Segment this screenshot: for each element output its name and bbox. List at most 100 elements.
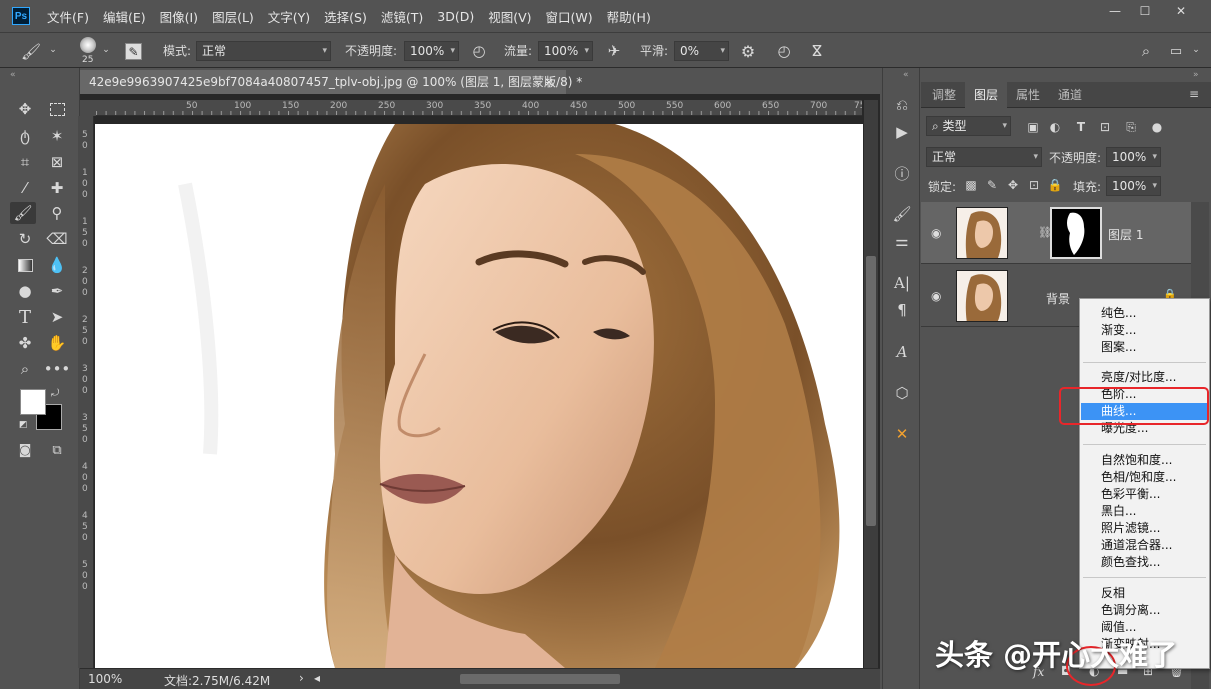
eraser-tool-icon[interactable]: ⌫	[44, 228, 70, 250]
workspace-icon[interactable]: ▭	[1165, 41, 1187, 61]
layer-name[interactable]: 背景	[1046, 290, 1070, 307]
menu-item-black-white[interactable]: 黑白...	[1081, 503, 1208, 520]
brush-tool-icon[interactable]: 🖌	[10, 202, 36, 224]
lock-pixels-icon[interactable]: ✎	[985, 177, 999, 193]
tab-properties[interactable]: 属性	[1007, 82, 1049, 108]
glyphs-panel-icon[interactable]: A	[890, 341, 914, 363]
menu-filter[interactable]: 滤镜(T)	[374, 7, 430, 26]
eye-icon[interactable]: ◉	[931, 226, 941, 240]
path-selection-tool-icon[interactable]: ➤	[44, 306, 70, 328]
layer-mask-thumbnail[interactable]	[1050, 207, 1102, 259]
menu-item-posterize[interactable]: 色调分离...	[1081, 602, 1208, 619]
layer-opacity-input[interactable]: 100% ▾	[1106, 147, 1161, 167]
photoshop-logo-icon[interactable]: Ps	[12, 7, 30, 25]
search-icon[interactable]: ⌕	[1135, 41, 1157, 61]
lasso-tool-icon[interactable]: ტ	[12, 125, 38, 147]
status-menu-arrow-icon[interactable]: ›	[299, 671, 304, 685]
scrollbar-thumb[interactable]	[866, 256, 876, 526]
brush-panel-toggle-icon[interactable]: ✎	[125, 43, 142, 60]
menu-item-color-lookup[interactable]: 颜色查找...	[1081, 554, 1208, 571]
tool-presets-icon[interactable]: ⚌	[890, 230, 914, 252]
close-document-button[interactable]: ×	[544, 70, 554, 94]
lock-all-icon[interactable]: 🔒	[1048, 177, 1063, 193]
menu-type[interactable]: 文字(Y)	[261, 7, 317, 26]
default-colors-icon[interactable]: ◩	[19, 420, 28, 430]
vertical-scrollbar[interactable]	[864, 116, 878, 668]
collapse-arrows-icon[interactable]: «	[10, 70, 16, 80]
pen-tool-icon[interactable]: ✒	[44, 280, 70, 302]
pressure-opacity-icon[interactable]: ◴	[468, 41, 490, 61]
quick-mask-icon[interactable]: ◙	[12, 439, 38, 461]
layer-name[interactable]: 图层 1	[1108, 226, 1143, 243]
tab-adjustments[interactable]: 调整	[923, 82, 965, 108]
menu-item-gradient[interactable]: 渐变...	[1081, 322, 1208, 339]
mode-select[interactable]: 正常 ▾	[196, 41, 331, 61]
blur-tool-icon[interactable]: 💧	[44, 254, 70, 276]
hand-tool-icon[interactable]: ✋	[44, 332, 70, 354]
screen-mode-icon[interactable]: ⧉	[44, 439, 70, 461]
filter-adjustment-icon[interactable]: ◐	[1047, 118, 1063, 136]
brush-settings-icon[interactable]: 🖌	[890, 203, 914, 225]
dodge-tool-icon[interactable]: ●	[12, 280, 38, 302]
custom-shape-tool-icon[interactable]: ✤	[12, 332, 38, 354]
gear-icon[interactable]: ⚙	[737, 41, 759, 61]
gradient-tool-icon[interactable]	[12, 254, 38, 276]
fill-input[interactable]: 100% ▾	[1106, 176, 1161, 196]
layer-filter-select[interactable]: ⌕ 类型 ▾	[926, 116, 1011, 136]
eyedropper-tool-icon[interactable]: ⁄	[12, 177, 38, 199]
menu-item-color-balance[interactable]: 色彩平衡...	[1081, 486, 1208, 503]
menu-item-solid-color[interactable]: 纯色...	[1081, 305, 1208, 322]
minimize-button[interactable]: —	[1100, 1, 1130, 21]
info-icon[interactable]: ⓘ	[890, 162, 914, 184]
magic-wand-tool-icon[interactable]: ✶	[44, 125, 70, 147]
collapse-arrows-icon[interactable]: «	[903, 70, 909, 80]
collapse-arrows-icon[interactable]: »	[1193, 70, 1199, 80]
tab-channels[interactable]: 通道	[1049, 82, 1091, 108]
menu-layer[interactable]: 图层(L)	[205, 7, 261, 26]
brush-tool-preset-icon[interactable]: 🖌	[20, 41, 42, 61]
chevron-down-icon[interactable]: ⌄	[100, 43, 112, 57]
history-brush-tool-icon[interactable]: ↻	[12, 228, 38, 250]
more-tools-icon[interactable]: •••	[44, 358, 71, 380]
marquee-tool-icon[interactable]	[44, 98, 70, 120]
layer-thumbnail[interactable]	[956, 270, 1008, 322]
layer-row[interactable]: ◉ ⛓ 图层 1	[921, 202, 1191, 264]
filter-pixel-icon[interactable]: ▣	[1025, 118, 1041, 136]
menu-item-pattern[interactable]: 图案...	[1081, 339, 1208, 356]
healing-brush-tool-icon[interactable]: ✚	[44, 177, 70, 199]
lock-artboard-icon[interactable]: ⊡	[1027, 177, 1041, 193]
tab-layers[interactable]: 图层	[965, 82, 1008, 108]
move-tool-icon[interactable]: ✥	[12, 98, 38, 120]
chevron-down-icon[interactable]: ⌄	[1190, 43, 1202, 57]
panel-menu-icon[interactable]: ≡	[1189, 87, 1199, 101]
filter-type-icon[interactable]: T	[1073, 118, 1089, 136]
menu-item-invert[interactable]: 反相	[1081, 585, 1208, 602]
clone-stamp-tool-icon[interactable]: ⚲	[44, 202, 70, 224]
menu-select[interactable]: 选择(S)	[317, 7, 374, 26]
menu-edit[interactable]: 编辑(E)	[96, 7, 153, 26]
filter-toggle-icon[interactable]: ●	[1149, 118, 1165, 136]
menu-file[interactable]: 文件(F)	[40, 7, 96, 26]
menu-item-channel-mixer[interactable]: 通道混合器...	[1081, 537, 1208, 554]
lock-transparent-icon[interactable]: ▩	[964, 177, 978, 193]
menu-window[interactable]: 窗口(W)	[539, 7, 600, 26]
eye-icon[interactable]: ◉	[931, 289, 941, 303]
filter-smart-object-icon[interactable]: ⎘	[1123, 118, 1139, 136]
menu-3d[interactable]: 3D(D)	[430, 9, 481, 24]
character-panel-icon[interactable]: A|	[890, 272, 914, 294]
airbrush-icon[interactable]: ✈	[603, 41, 625, 61]
frame-tool-icon[interactable]: ⊠	[44, 151, 70, 173]
brush-preview-icon[interactable]	[80, 37, 96, 53]
opacity-input[interactable]: 100% ▾	[404, 41, 459, 61]
menu-image[interactable]: 图像(I)	[153, 7, 205, 26]
lock-position-icon[interactable]: ✥	[1006, 177, 1020, 193]
close-window-button[interactable]: ✕	[1166, 1, 1196, 21]
zoom-tool-icon[interactable]: ⌕	[12, 358, 38, 380]
crop-tool-icon[interactable]: ⌗	[12, 151, 38, 173]
menu-view[interactable]: 视图(V)	[481, 7, 538, 26]
chevron-down-icon[interactable]: ⌄	[47, 43, 59, 57]
image-canvas[interactable]	[95, 124, 863, 668]
type-tool-icon[interactable]: T	[12, 306, 38, 328]
blend-mode-select[interactable]: 正常 ▾	[926, 147, 1042, 167]
document-tab[interactable]: 42e9e9963907425e9bf7084a40807457_tplv-ob…	[80, 70, 582, 94]
